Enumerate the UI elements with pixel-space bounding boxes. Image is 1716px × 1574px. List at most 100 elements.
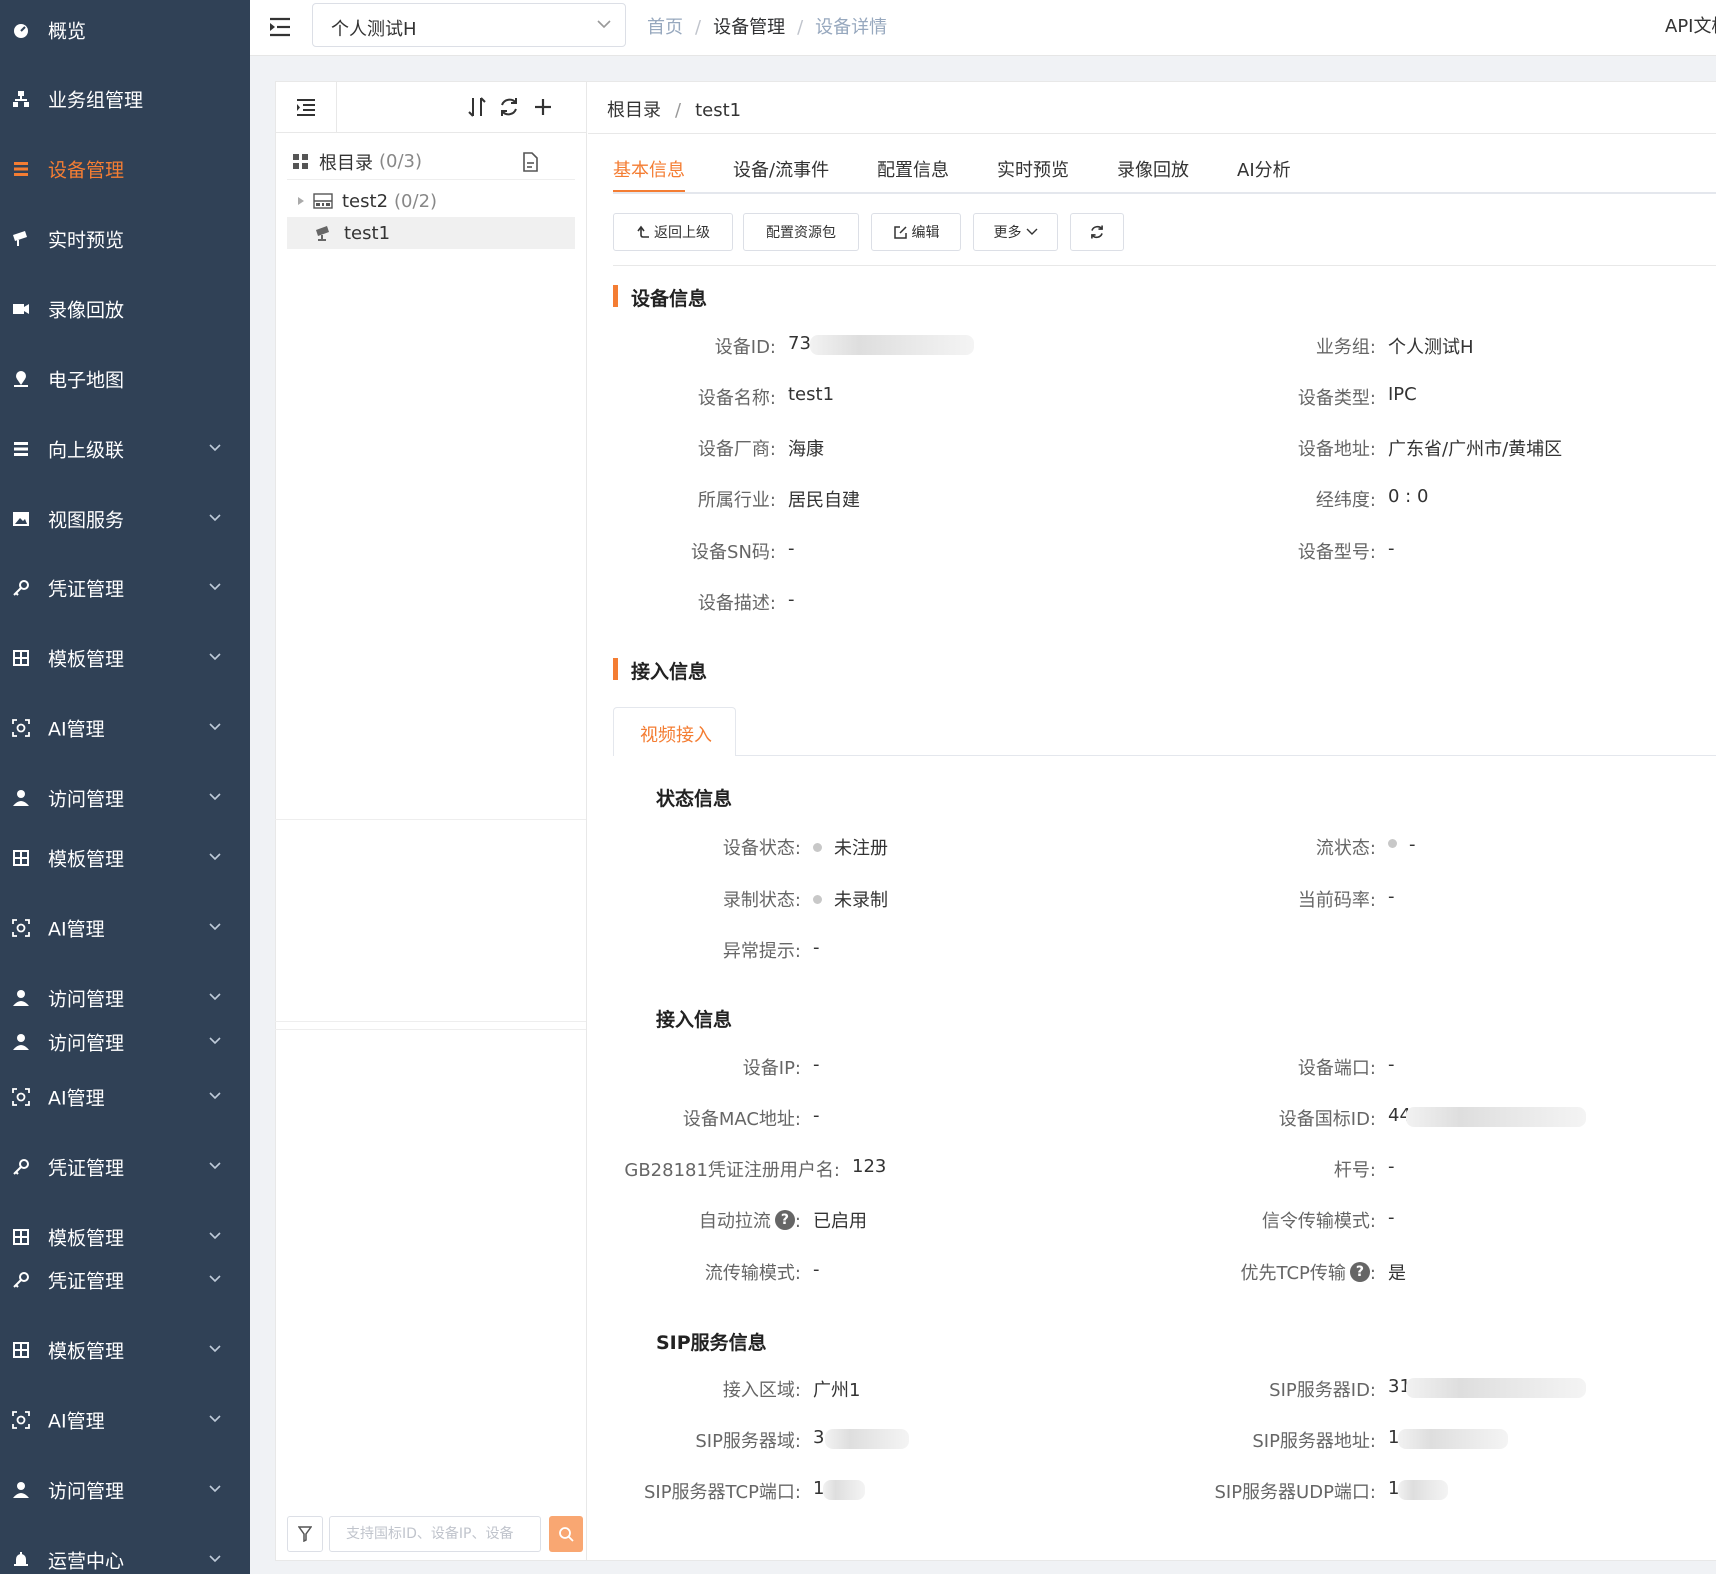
breadcrumb-device-mgmt[interactable]: 设备管理 [713,17,785,38]
redacted-mask [825,1429,909,1449]
sidebar-item-3[interactable]: 实时预览 [0,219,250,259]
stream-status-label: 流状态: [1315,838,1376,859]
tree-root-label: 根目录 [319,152,373,174]
redacted-mask [1406,1378,1586,1398]
nvr-icon [313,193,333,209]
back-button[interactable]: 返回上级 [613,213,733,251]
dashboard-icon [12,21,30,39]
more-button-label: 更多 [993,225,1022,241]
device-search-input[interactable] [329,1516,541,1552]
sidebar-item-18[interactable]: 模板管理 [0,1217,250,1257]
config-package-button[interactable]: 配置资源包 [743,213,859,251]
lat-lng-label: 经纬度: [1315,490,1376,511]
tab-basic-info[interactable]: 基本信息 [613,156,685,182]
breadcrumb-home[interactable]: 首页 [647,17,683,38]
search-icon[interactable] [549,1516,583,1552]
sidebar-toggle-icon[interactable] [268,16,292,38]
sidebar-item-8[interactable]: 凭证管理 [0,568,250,608]
device-ip-label: 设备IP: [742,1058,801,1079]
sidebar-item-label: 凭证管理 [48,1157,125,1180]
help-icon[interactable]: ? [774,1210,795,1230]
tab-device-events[interactable]: 设备/流事件 [733,156,829,182]
device-tree-panel: 根目录 (0/3) test2 (0/2) test1 [275,81,587,1561]
sidebar-item-16[interactable]: AI管理 [0,1077,250,1117]
sidebar-item-label: 模板管理 [48,848,125,871]
export-doc-icon[interactable] [521,151,539,172]
abnormal-tip-value: - [813,937,820,958]
sidebar-item-5[interactable]: 电子地图 [0,359,250,399]
sidebar-item-12[interactable]: 模板管理 [0,838,250,878]
tree-root[interactable]: 根目录 (0/3) [287,144,575,180]
chevron-down-icon [209,793,221,801]
refresh-button[interactable] [1070,213,1124,251]
top-bar: 个人测试H 首页/设备管理/设备详情 API文档 [250,0,1716,56]
tab-config-info[interactable]: 配置信息 [877,156,949,182]
sip-server-domain-label: SIP服务器域: [695,1431,801,1452]
sort-icon[interactable] [465,95,489,119]
breadcrumb-device-detail: 设备详情 [815,17,888,38]
sidebar-item-17[interactable]: 凭证管理 [0,1147,250,1187]
sidebar-item-21[interactable]: AI管理 [0,1400,250,1440]
tree-node-test1[interactable]: test1 [287,217,575,249]
filter-icon[interactable] [287,1516,323,1552]
tab-playback[interactable]: 录像回放 [1117,156,1189,182]
tree-divider [275,1021,586,1022]
more-button[interactable]: 更多 [973,213,1058,251]
detail-breadcrumb-root[interactable]: 根目录 [607,100,661,121]
business-group-label: 业务组: [1315,337,1376,358]
sidebar-item-19[interactable]: 凭证管理 [0,1260,250,1300]
business-group-value: 个人测试H [1388,337,1474,358]
device-gb-id-label: 设备国标ID: [1278,1109,1376,1130]
tab-video-access[interactable]: 视频接入 [613,707,736,756]
tab-video-access-label: 视频接入 [640,725,712,746]
device-type-label: 设备类型: [1297,388,1376,409]
add-icon[interactable] [531,95,555,119]
tab-ai-analysis[interactable]: AI分析 [1237,156,1291,182]
detail-tabs: 基本信息 设备/流事件 配置信息 实时预览 录像回放 AI分析 [613,142,1716,194]
user-icon [12,1481,30,1499]
device-desc-label: 设备描述: [697,593,776,614]
sidebar-item-23[interactable]: 运营中心 [0,1540,250,1574]
redacted-mask [1406,1107,1586,1127]
status-dot [1388,838,1397,848]
list-icon [12,440,30,458]
sip-server-domain-value: 3 [813,1427,825,1448]
industry-label: 所属行业: [697,490,776,511]
device-vendor-label: 设备厂商: [697,439,776,460]
sidebar-item-9[interactable]: 模板管理 [0,638,250,678]
chevron-down-icon [209,853,221,861]
api-docs-link[interactable]: API文档 [1665,12,1716,38]
sidebar-item-label: 访问管理 [48,1480,125,1503]
sidebar-item-20[interactable]: 模板管理 [0,1330,250,1370]
sidebar-item-15[interactable]: 访问管理 [0,1022,250,1062]
stream-mode-label: 流传输模式: [704,1263,801,1284]
breadcrumb: 首页 / 设备管理 / 设备详情 [647,17,888,38]
sidebar-item-4[interactable]: 录像回放 [0,289,250,329]
business-group-select[interactable]: 个人测试H [312,3,626,47]
refresh-icon[interactable] [497,95,521,119]
edit-button[interactable]: 编辑 [871,213,961,251]
sidebar-item-11[interactable]: 访问管理 [0,778,250,818]
caret-right-icon[interactable] [297,196,305,206]
grid-icon [12,1228,30,1246]
sidebar-item-10[interactable]: AI管理 [0,708,250,748]
sidebar-item-14[interactable]: 访问管理 [0,978,250,1018]
section-marker [613,658,618,680]
sidebar-item-1[interactable]: 业务组管理 [0,79,250,119]
tree-node-count: (0/2) [394,190,438,212]
redacted-mask [1398,1480,1448,1500]
tree-search-bar [287,1516,583,1552]
chevron-down-icon [209,923,221,931]
tree-node-label: test1 [344,222,391,244]
sidebar-item-13[interactable]: AI管理 [0,908,250,948]
sidebar-item-2[interactable]: 设备管理 [0,149,250,189]
sidebar-item-label: 概览 [48,20,87,43]
tree-collapse-icon[interactable] [275,81,337,133]
sidebar-item-7[interactable]: 视图服务 [0,499,250,539]
tree-node-test2[interactable]: test2 (0/2) [287,185,575,217]
sidebar-item-6[interactable]: 向上级联 [0,429,250,469]
tab-live-preview[interactable]: 实时预览 [997,156,1069,182]
sidebar-item-0[interactable]: 概览 [0,10,250,50]
help-icon[interactable]: ? [1349,1262,1370,1282]
sidebar-item-22[interactable]: 访问管理 [0,1470,250,1510]
